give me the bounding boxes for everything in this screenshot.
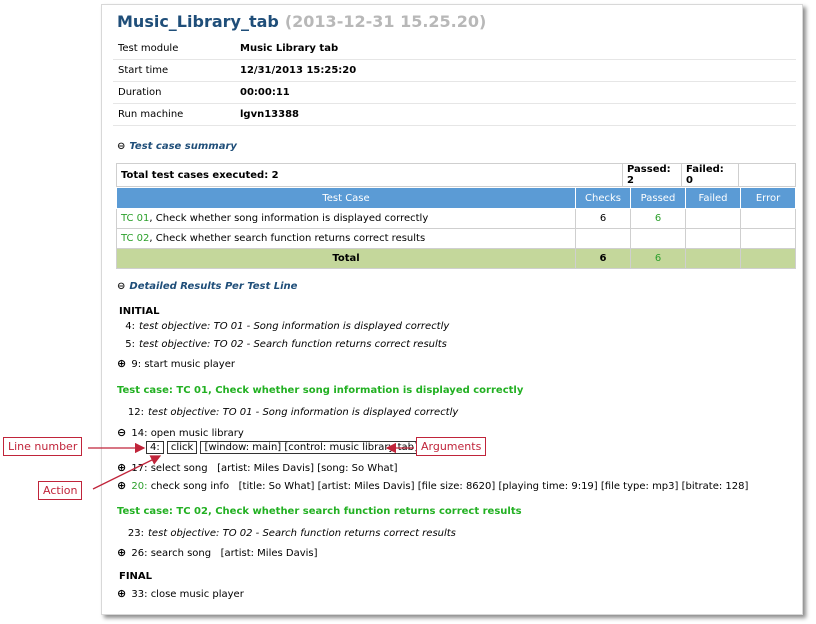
arrow-action: [92, 455, 162, 490]
callout-arrows: [88, 442, 414, 490]
